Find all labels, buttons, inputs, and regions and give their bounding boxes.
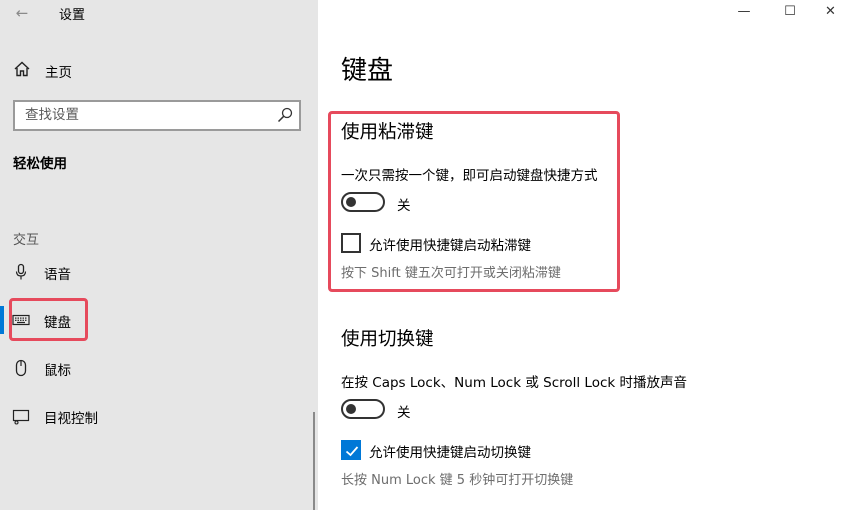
toggle-knob — [346, 404, 356, 414]
group-title: 交互 — [13, 233, 40, 248]
sidebar: ← 设置 主页 轻松使用 交互 语音 — [0, 0, 318, 510]
checkbox-label: 允许使用快捷键启动切换键 — [369, 445, 531, 461]
toggle-keys-shortcut-checkbox[interactable] — [341, 440, 361, 460]
sidebar-item-speech[interactable]: 语音 — [0, 252, 318, 292]
toggle-keys-hint: 长按 Num Lock 键 5 秒钟可打开切换键 — [341, 473, 574, 488]
search-icon[interactable] — [277, 107, 293, 123]
checkmark-icon — [345, 446, 359, 457]
page-title: 键盘 — [341, 56, 394, 86]
sidebar-item-eye-control[interactable]: 目视控制 — [0, 396, 318, 436]
sidebar-item-mouse[interactable]: 鼠标 — [0, 348, 318, 388]
minimize-button[interactable]: — — [721, 0, 767, 28]
toggle-keys-heading: 使用切换键 — [341, 329, 434, 350]
highlight-box — [328, 111, 620, 292]
home-icon — [14, 61, 30, 77]
toggle-keys-description: 在按 Caps Lock、Num Lock 或 Scroll Lock 时播放声… — [341, 375, 688, 391]
highlight-box — [9, 298, 88, 341]
sidebar-item-label: 鼠标 — [44, 363, 71, 379]
mouse-icon — [15, 359, 27, 377]
maximize-button[interactable]: ☐ — [767, 0, 813, 28]
eye-control-icon — [12, 409, 30, 425]
toggle-keys-toggle[interactable] — [341, 399, 385, 419]
search-input[interactable] — [25, 107, 265, 123]
title-bar: ← 设置 — [0, 0, 318, 28]
sidebar-item-label: 目视控制 — [44, 411, 98, 427]
category-title: 轻松使用 — [13, 156, 67, 172]
arrow-left-icon[interactable]: ← — [12, 3, 32, 23]
search-box[interactable] — [13, 100, 301, 131]
close-button[interactable]: ✕ — [813, 0, 848, 28]
app-title: 设置 — [59, 8, 86, 23]
sidebar-item-home[interactable]: 主页 — [0, 56, 318, 84]
sidebar-item-label: 语音 — [44, 267, 71, 283]
sidebar-item-label: 主页 — [45, 65, 72, 81]
microphone-icon — [15, 263, 27, 280]
scrollbar[interactable] — [313, 412, 315, 510]
toggle-state-label: 关 — [397, 405, 411, 421]
